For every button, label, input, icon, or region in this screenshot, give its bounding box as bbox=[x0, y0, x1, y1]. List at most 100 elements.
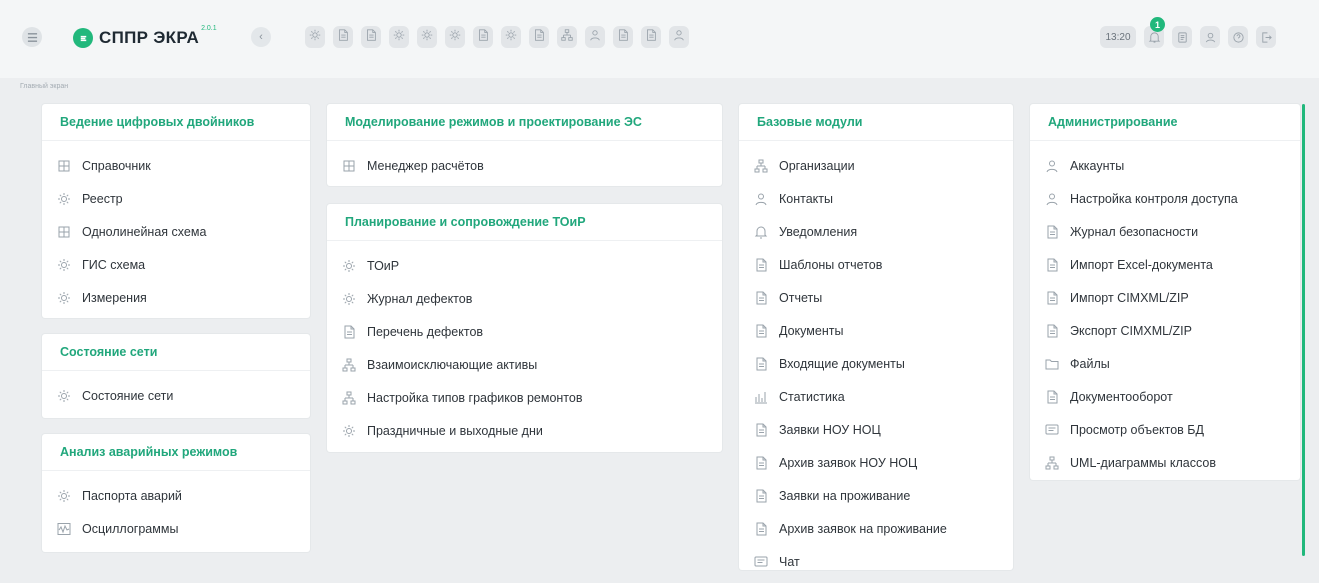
quick-document-button[interactable] bbox=[333, 26, 353, 48]
menu-item-uml[interactable]: UML-диаграммы классов bbox=[1030, 446, 1300, 479]
menu-item-label: Документы bbox=[779, 323, 844, 338]
menu-item-workflow[interactable]: Документооборот bbox=[1030, 380, 1300, 413]
breadcrumb[interactable]: Главный экран bbox=[20, 83, 68, 90]
menu-item-files[interactable]: Файлы bbox=[1030, 347, 1300, 380]
document-icon bbox=[336, 28, 350, 47]
menu-item-accounts[interactable]: Аккаунты bbox=[1030, 149, 1300, 182]
menu-item-label: Осциллограммы bbox=[82, 521, 179, 536]
registry-icon bbox=[308, 28, 322, 47]
card-list: Справочник Реестр Однолинейная схема ГИС сх… bbox=[42, 141, 310, 318]
accommodation-archive-icon bbox=[753, 521, 769, 537]
menu-item-accommodation[interactable]: Заявки на проживание bbox=[739, 479, 1013, 512]
menu-item-documents[interactable]: Документы bbox=[739, 314, 1013, 347]
menu-item-security-log[interactable]: Журнал безопасности bbox=[1030, 215, 1300, 248]
menu-item-label: Настройка типов графиков ремонтов bbox=[367, 390, 583, 405]
menu-item-label: Импорт CIMXML/ZIP bbox=[1070, 290, 1189, 305]
menu-item-import-cimxml[interactable]: Импорт CIMXML/ZIP bbox=[1030, 281, 1300, 314]
hamburger-menu-button[interactable] bbox=[22, 27, 42, 47]
menu-item-defect-journal[interactable]: Журнал дефектов bbox=[327, 282, 722, 315]
menu-item-defect-list[interactable]: Перечень дефектов bbox=[327, 315, 722, 348]
menu-item-accommodation-archive[interactable]: Архив заявок на проживание bbox=[739, 512, 1013, 545]
notes-button[interactable] bbox=[1172, 26, 1192, 48]
menu-item-access-control[interactable]: Настройка контроля доступа bbox=[1030, 182, 1300, 215]
menu-item-label: Однолинейная схема bbox=[82, 224, 207, 239]
top-bar: СППР ЭКРА 2.0.1 ‹ 13:20 1 bbox=[0, 0, 1319, 78]
menu-item-repair-schedule[interactable]: Настройка типов графиков ремонтов bbox=[327, 381, 722, 414]
collapse-sidebar-button[interactable]: ‹ bbox=[251, 27, 271, 47]
quick-registry-button[interactable] bbox=[305, 26, 325, 48]
menu-item-report-templates[interactable]: Шаблоны отчетов bbox=[739, 248, 1013, 281]
menu-item-directory[interactable]: Справочник bbox=[42, 149, 310, 182]
menu-item-label: Документооборот bbox=[1070, 389, 1173, 404]
menu-item-single-line-diagram[interactable]: Однолинейная схема bbox=[42, 215, 310, 248]
card-list: Организации Контакты Уведомления Шаблоны от… bbox=[739, 141, 1013, 582]
menu-item-label: Измерения bbox=[82, 290, 147, 305]
menu-item-calc-manager[interactable]: Менеджер расчётов bbox=[327, 149, 722, 182]
accident-passport-icon bbox=[56, 488, 72, 504]
card-list: Состояние сети bbox=[42, 371, 310, 416]
menu-item-label: Шаблоны отчетов bbox=[779, 257, 883, 272]
menu-item-accident-passport[interactable]: Паспорта аварий bbox=[42, 479, 310, 512]
quick-accounts-button[interactable] bbox=[669, 26, 689, 48]
quick-report-button[interactable] bbox=[473, 26, 493, 48]
menu-item-contacts[interactable]: Контакты bbox=[739, 182, 1013, 215]
quick-contacts-button[interactable] bbox=[585, 26, 605, 48]
menu-item-label: Чат bbox=[779, 554, 800, 569]
menu-item-reports[interactable]: Отчеты bbox=[739, 281, 1013, 314]
menu-item-holidays[interactable]: Праздничные и выходные дни bbox=[327, 414, 722, 447]
menu-item-gis-scheme[interactable]: ГИС схема bbox=[42, 248, 310, 281]
menu-item-import-excel[interactable]: Импорт Excel-документа bbox=[1030, 248, 1300, 281]
card-title: Анализ аварийных режимов bbox=[42, 434, 310, 471]
directory-icon bbox=[56, 158, 72, 174]
app-version: 2.0.1 bbox=[201, 24, 217, 32]
menu-item-label: Уведомления bbox=[779, 224, 858, 239]
menu-item-chat[interactable]: Чат bbox=[739, 545, 1013, 578]
app-logo[interactable]: СППР ЭКРА 2.0.1 bbox=[73, 24, 217, 52]
menu-item-notifications[interactable]: Уведомления bbox=[739, 215, 1013, 248]
menu-item-incoming-docs[interactable]: Входящие документы bbox=[739, 347, 1013, 380]
quick-file-button[interactable] bbox=[613, 26, 633, 48]
help-button[interactable] bbox=[1228, 26, 1248, 48]
card-list: ТОиР Журнал дефектов Перечень дефектов Взаи… bbox=[327, 241, 722, 451]
quick-accident-button[interactable] bbox=[445, 26, 465, 48]
card-title: Ведение цифровых двойников bbox=[42, 104, 310, 141]
menu-item-db-objects[interactable]: Просмотр объектов БД bbox=[1030, 413, 1300, 446]
network-state-icon bbox=[56, 388, 72, 404]
menu-item-label: Справочник bbox=[82, 158, 151, 173]
profile-button[interactable] bbox=[1200, 26, 1220, 48]
quick-toir-button[interactable] bbox=[501, 26, 521, 48]
menu-item-label: Журнал дефектов bbox=[367, 291, 473, 306]
menu-item-export-cimxml[interactable]: Экспорт CIMXML/ZIP bbox=[1030, 314, 1300, 347]
menu-item-registry[interactable]: Реестр bbox=[42, 182, 310, 215]
card-administration: Администрирование Аккаунты Настройка конт… bbox=[1030, 104, 1300, 480]
quick-template-button[interactable] bbox=[641, 26, 661, 48]
menu-item-requests-archive[interactable]: Архив заявок НОУ НОЦ bbox=[739, 446, 1013, 479]
menu-item-measurements[interactable]: Измерения bbox=[42, 281, 310, 314]
menu-item-label: UML-диаграммы классов bbox=[1070, 455, 1216, 470]
toir-icon bbox=[341, 258, 357, 274]
quick-gis-button[interactable] bbox=[389, 26, 409, 48]
card-planning: Планирование и сопровождение ТОиР ТОиР Жу… bbox=[327, 204, 722, 452]
menu-item-exclusive-assets[interactable]: Взаимоисключающие активы bbox=[327, 348, 722, 381]
chevron-left-icon: ‹ bbox=[259, 31, 263, 43]
menu-item-toir[interactable]: ТОиР bbox=[327, 249, 722, 282]
menu-item-statistics[interactable]: Статистика bbox=[739, 380, 1013, 413]
scrollbar[interactable] bbox=[1302, 104, 1305, 556]
menu-item-requests[interactable]: Заявки НОУ НОЦ bbox=[739, 413, 1013, 446]
menu-item-network-state[interactable]: Состояние сети bbox=[42, 379, 310, 412]
quick-defect-button[interactable] bbox=[529, 26, 549, 48]
quick-organization-button[interactable] bbox=[557, 26, 577, 48]
menu-item-label: Состояние сети bbox=[82, 388, 174, 403]
notifications-button[interactable]: 1 bbox=[1144, 17, 1165, 48]
quick-scheme-button[interactable] bbox=[361, 26, 381, 48]
accommodation-icon bbox=[753, 488, 769, 504]
menu-item-oscillogram[interactable]: Осциллограммы bbox=[42, 512, 310, 545]
quick-measurement-button[interactable] bbox=[417, 26, 437, 48]
header-tools: 13:20 1 bbox=[1100, 17, 1276, 48]
menu-item-label: Праздничные и выходные дни bbox=[367, 423, 543, 438]
single-line-diagram-icon bbox=[56, 224, 72, 240]
logout-button[interactable] bbox=[1256, 26, 1276, 48]
menu-item-organizations[interactable]: Организации bbox=[739, 149, 1013, 182]
card-title: Моделирование режимов и проектирование Э… bbox=[327, 104, 722, 141]
menu-item-label: Импорт Excel-документа bbox=[1070, 257, 1213, 272]
